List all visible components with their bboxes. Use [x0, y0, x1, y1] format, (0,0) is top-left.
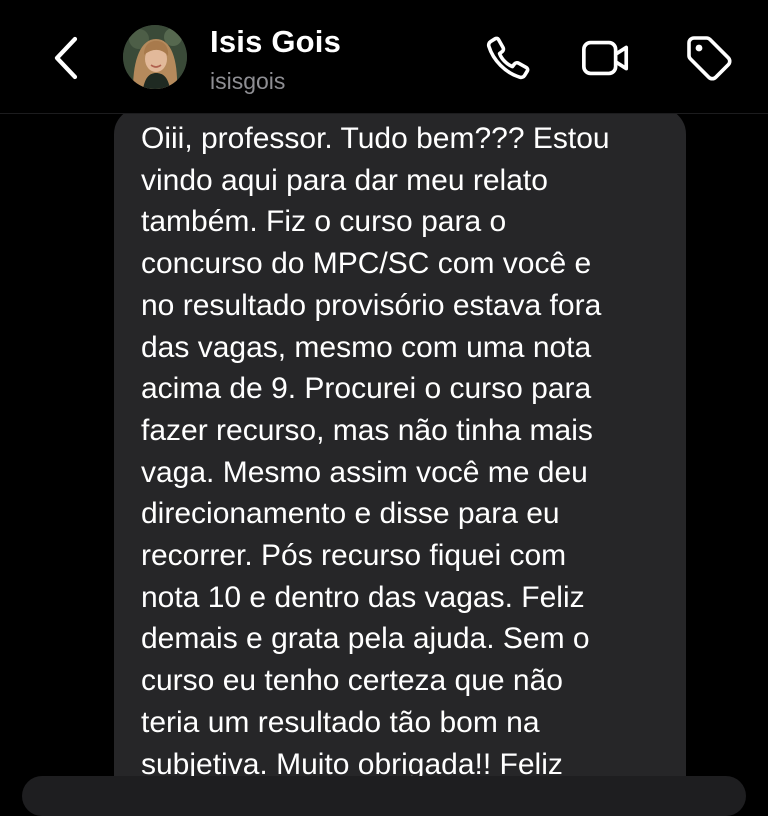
- message-line: direcionamento e disse para eu: [141, 497, 560, 531]
- message-line: também. Fiz o curso para o: [141, 205, 507, 239]
- message-line: acima de 9. Procurei o curso para: [141, 372, 592, 406]
- message-line: curso eu tenho certeza que não: [141, 664, 563, 698]
- phone-icon: [486, 36, 530, 80]
- message-thread[interactable]: Oiii, professor. Tudo bem??? Estou vindo…: [0, 114, 768, 788]
- tag-icon: [687, 36, 732, 81]
- message-line: vaga. Mesmo assim você me deu: [141, 455, 588, 489]
- message-line: nota 10 e dentro das vagas. Feliz: [141, 580, 585, 614]
- message-composer[interactable]: [22, 776, 746, 816]
- tag-button[interactable]: [683, 34, 735, 82]
- contact-handle[interactable]: isisgois: [210, 68, 285, 95]
- message-line: concurso do MPC/SC com você e: [141, 247, 592, 281]
- voice-call-button[interactable]: [482, 34, 534, 82]
- message-text: Oiii, professor. Tudo bem??? Estou vindo…: [141, 118, 666, 785]
- message-line: recorrer. Pós recurso fiquei com: [141, 539, 567, 573]
- message-line: das vagas, mesmo com uma nota: [141, 330, 592, 364]
- message-line: demais e grata pela ajuda. Sem o: [141, 622, 590, 656]
- chat-header: Isis Gois isisgois: [0, 0, 768, 114]
- incoming-message-bubble[interactable]: Oiii, professor. Tudo bem??? Estou vindo…: [114, 114, 686, 788]
- chevron-left-icon: [54, 36, 78, 80]
- video-call-button[interactable]: [580, 34, 632, 82]
- message-line: vindo aqui para dar meu relato: [141, 163, 548, 197]
- contact-name[interactable]: Isis Gois: [210, 24, 341, 60]
- message-line: teria um resultado tão bom na: [141, 705, 540, 739]
- message-line: fazer recurso, mas não tinha mais: [141, 413, 593, 447]
- avatar[interactable]: [123, 25, 187, 89]
- avatar-image: [123, 25, 187, 89]
- message-line: no resultado provisório estava fora: [141, 288, 602, 322]
- back-button[interactable]: [44, 34, 88, 82]
- video-camera-icon: [582, 40, 629, 76]
- message-line: Oiii, professor. Tudo bem??? Estou: [141, 122, 610, 155]
